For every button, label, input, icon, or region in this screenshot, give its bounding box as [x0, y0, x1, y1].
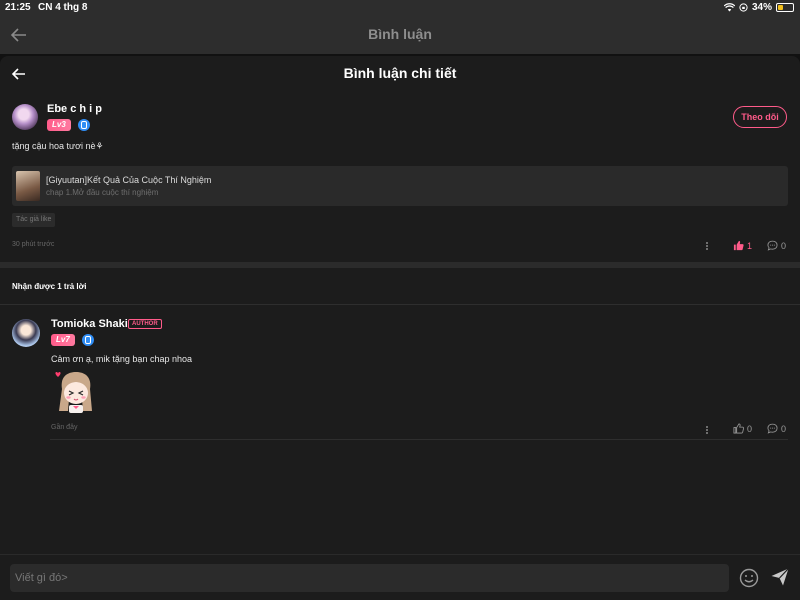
- thumbs-up-icon: [733, 423, 744, 434]
- avatar[interactable]: [12, 319, 40, 347]
- outer-page-title: Bình luận: [368, 26, 432, 42]
- anime-girl-sticker-icon: [55, 372, 92, 413]
- sheet-title: Bình luận chi tiết: [343, 65, 457, 81]
- like-button[interactable]: 1: [733, 240, 752, 251]
- section-divider: [0, 262, 800, 268]
- comment-input-bar: [0, 554, 800, 600]
- chapter-card[interactable]: [Giyuutan]Kết Quả Của Cuộc Thí Nghiệm ch…: [12, 166, 788, 206]
- battery-percent: 34%: [751, 2, 772, 13]
- like-count: 0: [747, 423, 753, 434]
- reply-button[interactable]: 0: [767, 423, 786, 434]
- comment-bubble-icon: [767, 423, 778, 434]
- comment-input[interactable]: [10, 564, 729, 592]
- author-like-badge: Tác giả like: [12, 213, 56, 227]
- status-time: 21:25: [5, 2, 31, 13]
- more-options-icon[interactable]: [706, 426, 709, 434]
- gender-icon: [82, 334, 94, 346]
- comment-timestamp: 30 phút trước: [12, 241, 55, 248]
- divider: [50, 439, 788, 440]
- level-badge: Lv3: [47, 119, 71, 131]
- emoji-icon[interactable]: [739, 568, 759, 588]
- reply-text: Cảm ơn ạ, mik tặng bạn chap nhoa: [51, 354, 192, 364]
- like-count: 1: [747, 240, 753, 251]
- chapter-thumbnail: [16, 171, 40, 201]
- status-right: 34%: [723, 2, 794, 13]
- thumbs-up-icon: [733, 240, 744, 251]
- divider: [0, 304, 800, 305]
- wifi-icon: [723, 3, 735, 12]
- comment-bubble-icon: [767, 240, 778, 251]
- orientation-lock-icon: [739, 3, 748, 12]
- reply-count: 0: [781, 240, 787, 251]
- outer-header: Bình luận: [0, 16, 800, 54]
- replies-header: Nhận được 1 trả lời: [12, 282, 87, 291]
- more-options-icon[interactable]: [706, 242, 709, 250]
- battery-icon: [776, 3, 794, 12]
- status-bar: 21:25 CN 4 thg 8 34%: [0, 0, 800, 16]
- level-badge: Lv7: [51, 334, 75, 346]
- reply-button[interactable]: 0: [767, 240, 786, 251]
- chapter-subtitle: chap 1.Mở đầu cuộc thí nghiệm: [46, 188, 159, 197]
- reply-count: 0: [781, 423, 787, 434]
- chapter-name: [Giyuutan]Kết Quả Của Cuộc Thí Nghiệm: [46, 175, 212, 185]
- gender-icon: [78, 119, 90, 131]
- reply-timestamp: Gần đây: [51, 424, 78, 431]
- avatar[interactable]: [12, 104, 38, 130]
- like-button[interactable]: 0: [733, 423, 752, 434]
- send-icon[interactable]: [770, 567, 790, 587]
- status-date: CN 4 thg 8: [38, 2, 88, 13]
- comment-username[interactable]: Ebe c h i p: [47, 103, 102, 115]
- comment-detail-sheet: Bình luận chi tiết Ebe c h i p Lv3 Theo …: [0, 56, 800, 600]
- author-tag: AUTHOR: [128, 319, 162, 329]
- reply-username[interactable]: Tomioka Shaki: [51, 318, 128, 330]
- comment-text: tặng cậu hoa tươi nè⚘: [12, 141, 104, 151]
- follow-button[interactable]: Theo dõi: [733, 106, 787, 128]
